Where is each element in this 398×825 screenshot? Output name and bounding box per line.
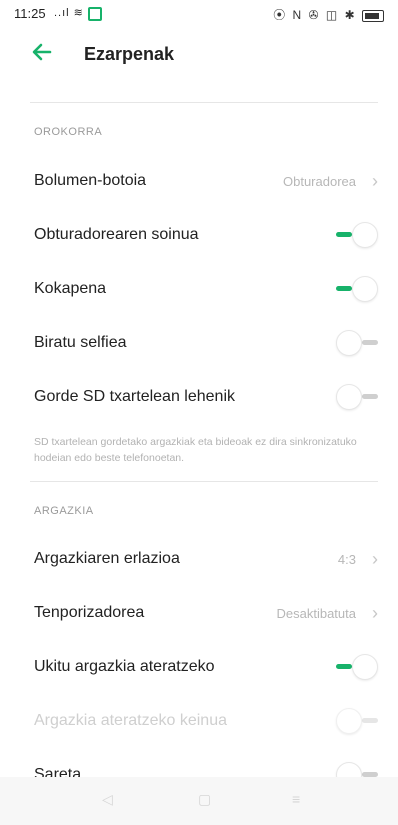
toggle-track xyxy=(362,394,378,399)
sd-card-note: SD txartelean gordetako argazkiak eta bi… xyxy=(34,436,357,464)
chevron-right-icon: › xyxy=(372,549,378,569)
toggle-knob xyxy=(352,222,378,248)
tap-capture-toggle[interactable] xyxy=(336,654,378,680)
setting-label: Argazkiaren erlazioa xyxy=(34,550,180,567)
setting-label: Ukitu argazkia ateratzeko xyxy=(34,658,215,675)
section-label-general: OROKORRA xyxy=(34,126,103,138)
setting-label: Argazkia ateratzeko keinua xyxy=(34,712,227,729)
section-divider xyxy=(30,481,378,482)
setting-gesture: Argazkia ateratzeko keinua xyxy=(0,696,398,748)
arrow-left-icon xyxy=(32,43,52,61)
setting-volume-button[interactable]: Bolumen-botoia Obturadorea › xyxy=(0,156,398,208)
setting-value: Obturadorea xyxy=(283,174,356,189)
section-label-photo: ARGAZKIA xyxy=(34,505,94,517)
status-bar: 11:25 ..ıl ≋ ⦿ N ✇ ◫ ✱ xyxy=(0,0,398,28)
setting-save-sd[interactable]: Gorde SD txartelean lehenik xyxy=(0,372,398,424)
back-button[interactable] xyxy=(30,40,58,68)
setting-shutter-sound[interactable]: Obturadorearen soinua xyxy=(0,210,398,262)
location-toggle[interactable] xyxy=(336,276,378,302)
toggle-knob xyxy=(352,654,378,680)
setting-location[interactable]: Kokapena xyxy=(0,264,398,316)
chevron-right-icon: › xyxy=(372,171,378,191)
chevron-right-icon: › xyxy=(372,603,378,623)
shutter-sound-toggle[interactable] xyxy=(336,222,378,248)
setting-label: Gorde SD txartelean lehenik xyxy=(34,388,235,405)
mirror-selfie-toggle[interactable] xyxy=(336,330,378,356)
page-title: Ezarpenak xyxy=(84,44,175,64)
toggle-knob xyxy=(336,384,362,410)
setting-label: Obturadorearen soinua xyxy=(34,226,199,243)
toggle-knob xyxy=(352,276,378,302)
setting-timer[interactable]: Tenporizadorea Desaktibatuta › xyxy=(0,588,398,640)
header-divider xyxy=(30,102,378,103)
nav-home-icon[interactable]: ▢ xyxy=(198,791,211,808)
toggle-knob xyxy=(336,330,362,356)
system-nav-bar: ◁ ▢ ≡ xyxy=(0,777,398,825)
battery-icon xyxy=(362,9,384,22)
toggle-knob xyxy=(336,708,362,734)
setting-label: Biratu selfiea xyxy=(34,334,127,351)
nav-recents-icon[interactable]: ≡ xyxy=(292,791,300,807)
setting-tap-capture[interactable]: Ukitu argazkia ateratzeko xyxy=(0,642,398,694)
toggle-track xyxy=(336,232,352,237)
setting-label: Tenporizadorea xyxy=(34,604,145,621)
setting-photo-ratio[interactable]: Argazkiaren erlazioa 4:3 › xyxy=(0,534,398,586)
toggle-track xyxy=(336,286,352,291)
setting-label: Kokapena xyxy=(34,280,107,297)
toggle-track xyxy=(336,664,352,669)
setting-value: Desaktibatuta xyxy=(276,606,357,621)
status-time: 11:25 xyxy=(14,6,46,21)
toggle-track xyxy=(362,340,378,345)
signal-wifi-icon: ..ıl ≋ xyxy=(54,7,84,19)
nav-back-icon[interactable]: ◁ xyxy=(102,791,113,808)
app-header: Ezarpenak xyxy=(0,28,398,80)
gesture-toggle xyxy=(336,708,378,734)
status-right-icons: ⦿ N ✇ ◫ ✱ xyxy=(273,6,384,23)
notification-icon xyxy=(88,7,102,21)
setting-value: 4:3 xyxy=(337,552,356,567)
setting-label: Bolumen-botoia xyxy=(34,172,147,189)
toggle-track xyxy=(362,718,378,723)
system-icons: ⦿ N ✇ ◫ ✱ xyxy=(273,8,357,22)
setting-mirror-selfie[interactable]: Biratu selfiea xyxy=(0,318,398,370)
save-sd-toggle[interactable] xyxy=(336,384,378,410)
